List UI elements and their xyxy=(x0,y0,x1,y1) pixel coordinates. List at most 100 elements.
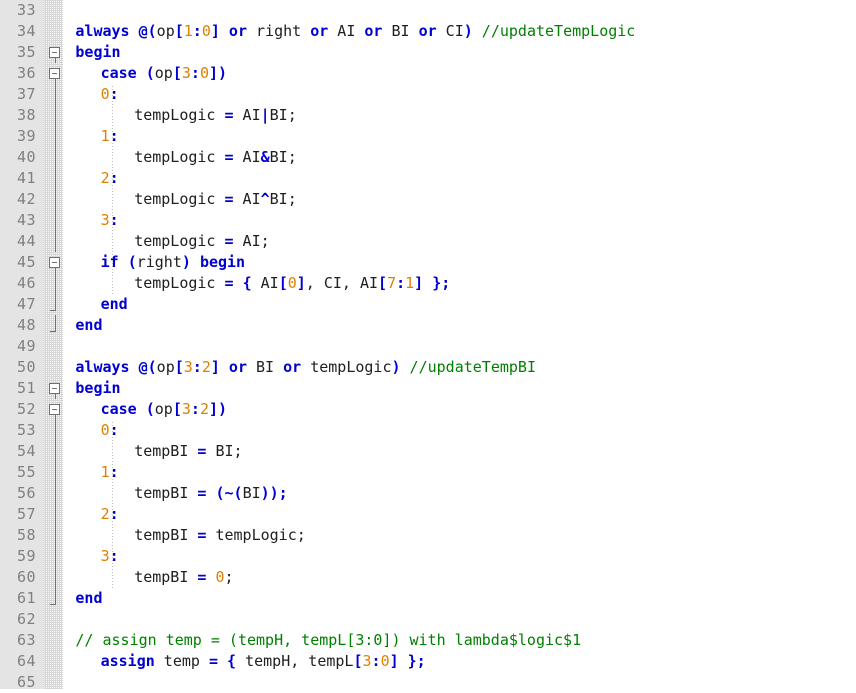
code-line[interactable]: 48 end xyxy=(0,315,856,336)
code-text[interactable]: case (op[3:0]) xyxy=(101,63,227,84)
line-number: 65 xyxy=(16,673,36,691)
code-text[interactable]: assign temp = { tempH, tempL[3:0] }; xyxy=(101,651,426,672)
line-number: 40 xyxy=(16,148,36,166)
code-line[interactable]: 52 case (op[3:2]) xyxy=(0,399,856,420)
code-text[interactable]: tempBI = tempLogic; xyxy=(134,525,306,546)
code-text[interactable]: tempBI = (~(BI)); xyxy=(134,483,288,504)
fold-region-line xyxy=(55,168,56,189)
code-text[interactable]: begin xyxy=(75,378,120,399)
token-pln: op xyxy=(154,400,173,418)
code-line[interactable]: 63 // assign temp = (tempH, tempL[3:0]) w… xyxy=(0,630,856,651)
code-text[interactable]: always @(op[1:0] or right or AI or BI or… xyxy=(75,21,635,42)
line-number: 42 xyxy=(16,190,36,208)
code-text[interactable]: tempLogic = { AI[0], CI, AI[7:1] }; xyxy=(134,273,450,294)
token-kw: ] xyxy=(208,400,218,418)
code-text[interactable]: tempBI = 0; xyxy=(134,567,233,588)
code-line[interactable]: 47 end xyxy=(0,294,856,315)
code-line[interactable]: 42 tempLogic = AI^BI; xyxy=(0,189,856,210)
token-kw: : xyxy=(109,547,119,565)
code-line[interactable]: 56 tempBI = (~(BI)); xyxy=(0,483,856,504)
code-line[interactable]: 60 tempBI = 0; xyxy=(0,567,856,588)
code-line[interactable]: 44 tempLogic = AI; xyxy=(0,231,856,252)
indent-guide xyxy=(112,84,113,294)
code-line[interactable]: 45 if (right) begin xyxy=(0,252,856,273)
token-pln: tempLogic xyxy=(134,106,225,124)
code-line[interactable]: 61 end xyxy=(0,588,856,609)
code-line[interactable]: 39 1: xyxy=(0,126,856,147)
fold-region-line xyxy=(55,315,56,331)
code-line[interactable]: 38 tempLogic = AI|BI; xyxy=(0,105,856,126)
code-text[interactable]: 2: xyxy=(101,168,119,189)
code-line[interactable]: 57 2: xyxy=(0,504,856,525)
token-pln: tempH, tempL xyxy=(236,652,354,670)
code-text[interactable]: if (right) begin xyxy=(101,252,246,273)
code-text[interactable]: 0: xyxy=(101,84,119,105)
code-text[interactable]: 0: xyxy=(101,420,119,441)
code-line[interactable]: 51 begin xyxy=(0,378,856,399)
fold-collapse-icon[interactable] xyxy=(49,257,60,268)
line-number: 33 xyxy=(16,1,36,19)
token-num: 2 xyxy=(199,400,209,418)
fold-end-marker xyxy=(50,310,56,311)
code-text[interactable]: 1: xyxy=(101,462,119,483)
code-line[interactable]: 54 tempBI = BI; xyxy=(0,441,856,462)
code-line[interactable]: 50 always @(op[3:2] or BI or tempLogic) /… xyxy=(0,357,856,378)
code-text[interactable]: tempBI = BI; xyxy=(134,441,242,462)
code-text[interactable]: 1: xyxy=(101,126,119,147)
fold-region-line xyxy=(55,504,56,525)
code-line[interactable]: 53 0: xyxy=(0,420,856,441)
token-kw: [ xyxy=(172,400,182,418)
code-text[interactable]: begin xyxy=(75,42,120,63)
fold-collapse-icon[interactable] xyxy=(49,47,60,58)
token-num: 3 xyxy=(362,652,372,670)
code-text[interactable]: tempLogic = AI|BI; xyxy=(134,105,297,126)
code-line[interactable]: 59 3: xyxy=(0,546,856,567)
code-line[interactable]: 65 xyxy=(0,672,856,693)
code-text[interactable]: tempLogic = AI&BI; xyxy=(134,147,297,168)
token-num: 3 xyxy=(100,211,110,229)
token-num: 0 xyxy=(380,652,390,670)
code-text[interactable]: tempLogic = AI^BI; xyxy=(134,189,297,210)
code-text[interactable]: end xyxy=(75,315,102,336)
code-line[interactable]: 46 tempLogic = { AI[0], CI, AI[7:1] }; xyxy=(0,273,856,294)
code-editor[interactable]: 33 34 always @(op[1:0] or right or AI or B… xyxy=(0,0,856,691)
token-num: 3 xyxy=(183,358,193,376)
token-kw: always xyxy=(75,22,130,40)
fold-region-line xyxy=(55,546,56,567)
token-kw: )); xyxy=(260,484,288,502)
code-line[interactable]: 64 assign temp = { tempH, tempL[3:0] }; xyxy=(0,651,856,672)
fold-region-line xyxy=(55,273,56,294)
token-pln: right xyxy=(136,253,182,271)
token-kw: [ xyxy=(353,652,363,670)
fold-collapse-icon[interactable] xyxy=(49,404,60,415)
token-kw: }; xyxy=(432,274,451,292)
code-line[interactable]: 43 3: xyxy=(0,210,856,231)
code-line[interactable]: 62 xyxy=(0,609,856,630)
code-line[interactable]: 58 tempBI = tempLogic; xyxy=(0,525,856,546)
code-text[interactable]: 3: xyxy=(101,210,119,231)
line-number: 57 xyxy=(16,505,36,523)
code-line[interactable]: 33 xyxy=(0,0,856,21)
code-text[interactable]: case (op[3:2]) xyxy=(101,399,227,420)
code-text[interactable]: end xyxy=(101,294,128,315)
code-text[interactable]: always @(op[3:2] or BI or tempLogic) //u… xyxy=(75,357,536,378)
code-line[interactable]: 36 case (op[3:0]) xyxy=(0,63,856,84)
code-text[interactable]: end xyxy=(75,588,102,609)
code-text[interactable]: 3: xyxy=(101,546,119,567)
token-kw: : xyxy=(109,421,119,439)
code-line[interactable]: 35 begin xyxy=(0,42,856,63)
code-line[interactable]: 49 xyxy=(0,336,856,357)
token-kw: ) xyxy=(463,22,473,40)
code-text[interactable]: // assign temp = (tempH, tempL[3:0]) wit… xyxy=(75,630,581,651)
code-line[interactable]: 55 1: xyxy=(0,462,856,483)
code-text[interactable]: tempLogic = AI; xyxy=(134,231,269,252)
fold-collapse-icon[interactable] xyxy=(49,383,60,394)
fold-collapse-icon[interactable] xyxy=(49,68,60,79)
code-line[interactable]: 40 tempLogic = AI&BI; xyxy=(0,147,856,168)
code-line[interactable]: 37 0: xyxy=(0,84,856,105)
code-text[interactable]: 2: xyxy=(101,504,119,525)
code-line[interactable]: 34 always @(op[1:0] or right or AI or BI … xyxy=(0,21,856,42)
fold-region-line xyxy=(55,441,56,462)
code-line[interactable]: 41 2: xyxy=(0,168,856,189)
token-pln: BI; xyxy=(269,106,297,124)
